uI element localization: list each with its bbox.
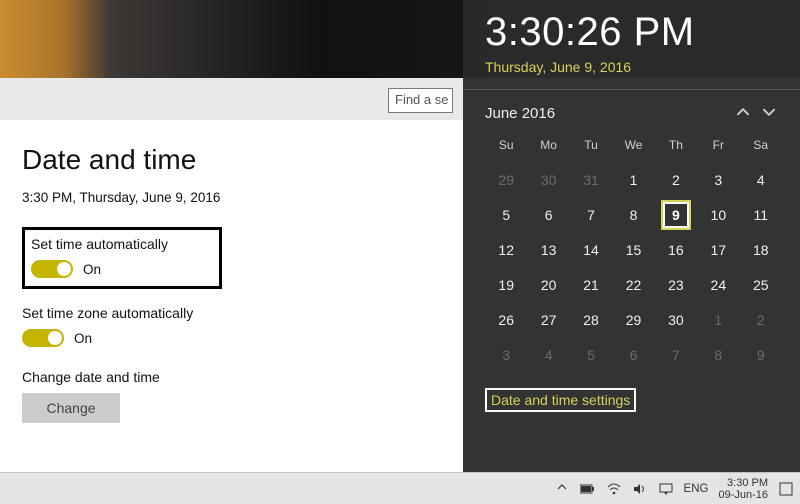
weekday-header: Th	[655, 132, 697, 162]
calendar-day[interactable]: 12	[485, 232, 527, 267]
chevron-down-icon	[762, 105, 776, 122]
calendar-day[interactable]: 15	[612, 232, 654, 267]
calendar-day[interactable]: 9	[655, 197, 697, 232]
calendar-grid: SuMoTuWeThFrSa 2930311234567891011121314…	[485, 132, 782, 372]
taskbar-date: 09-Jun-16	[718, 489, 768, 501]
weekday-header: Su	[485, 132, 527, 162]
calendar-day[interactable]: 11	[740, 197, 782, 232]
calendar-day[interactable]: 19	[485, 267, 527, 302]
calendar-day[interactable]: 25	[740, 267, 782, 302]
volume-icon[interactable]	[632, 481, 648, 497]
page-title: Date and time	[22, 144, 433, 176]
set-time-auto-label: Set time automatically	[31, 236, 211, 252]
calendar-day[interactable]: 8	[612, 197, 654, 232]
change-button[interactable]: Change	[22, 393, 120, 423]
calendar-day[interactable]: 29	[612, 302, 654, 337]
notifications-icon[interactable]	[778, 481, 794, 497]
change-datetime-label: Change date and time	[22, 369, 433, 385]
calendar-day[interactable]: 8	[697, 337, 739, 372]
battery-icon[interactable]	[580, 481, 596, 497]
chevron-up-icon	[736, 105, 750, 122]
current-datetime-label: 3:30 PM, Thursday, June 9, 2016	[22, 190, 433, 205]
calendar-day[interactable]: 31	[570, 162, 612, 197]
calendar-day[interactable]: 21	[570, 267, 612, 302]
language-indicator[interactable]: ENG	[684, 483, 709, 495]
calendar-day[interactable]: 2	[655, 162, 697, 197]
set-zone-auto-toggle[interactable]	[22, 329, 64, 347]
weekday-header: We	[612, 132, 654, 162]
flyout-time: 3:30:26 PM	[485, 10, 782, 55]
calendar-day[interactable]: 18	[740, 232, 782, 267]
calendar-day[interactable]: 7	[570, 197, 612, 232]
set-zone-auto-label: Set time zone automatically	[22, 305, 433, 321]
calendar-day[interactable]: 14	[570, 232, 612, 267]
weekday-header: Tu	[570, 132, 612, 162]
calendar-day[interactable]: 1	[697, 302, 739, 337]
calendar-day[interactable]: 23	[655, 267, 697, 302]
weekday-header: Sa	[740, 132, 782, 162]
set-zone-auto-state: On	[74, 331, 92, 346]
set-time-auto-toggle[interactable]	[31, 260, 73, 278]
calendar-day[interactable]: 17	[697, 232, 739, 267]
calendar-day[interactable]: 4	[527, 337, 569, 372]
weekday-header: Mo	[527, 132, 569, 162]
action-center-icon[interactable]	[658, 481, 674, 497]
calendar-day[interactable]: 1	[612, 162, 654, 197]
next-month-button[interactable]	[756, 100, 782, 126]
calendar-day[interactable]: 30	[527, 162, 569, 197]
divider	[463, 89, 800, 90]
calendar-day[interactable]: 6	[527, 197, 569, 232]
calendar-day[interactable]: 26	[485, 302, 527, 337]
weekday-header: Fr	[697, 132, 739, 162]
calendar-day[interactable]: 9	[740, 337, 782, 372]
month-label[interactable]: June 2016	[485, 105, 730, 122]
wifi-icon[interactable]	[606, 481, 622, 497]
calendar-day[interactable]: 3	[485, 337, 527, 372]
calendar-day[interactable]: 30	[655, 302, 697, 337]
calendar-day[interactable]: 27	[527, 302, 569, 337]
calendar-day[interactable]: 10	[697, 197, 739, 232]
taskbar-clock[interactable]: 3:30 PM 09-Jun-16	[718, 477, 768, 501]
calendar-day[interactable]: 5	[570, 337, 612, 372]
taskbar-time: 3:30 PM	[718, 477, 768, 489]
date-time-settings-link[interactable]: Date and time settings	[485, 388, 636, 412]
group-set-timezone-automatically: Set time zone automatically On	[22, 303, 433, 349]
set-time-auto-state: On	[83, 262, 101, 277]
calendar-day[interactable]: 6	[612, 337, 654, 372]
calendar-day[interactable]: 20	[527, 267, 569, 302]
flyout-date: Thursday, June 9, 2016	[485, 59, 782, 75]
calendar-day[interactable]: 16	[655, 232, 697, 267]
calendar-day[interactable]: 22	[612, 267, 654, 302]
group-set-time-automatically: Set time automatically On	[22, 227, 222, 289]
group-change-date-time: Change date and time Change	[22, 367, 433, 425]
taskbar: ENG 3:30 PM 09-Jun-16	[0, 472, 800, 504]
calendar-day[interactable]: 29	[485, 162, 527, 197]
settings-pane: Date and time 3:30 PM, Thursday, June 9,…	[0, 120, 455, 472]
clock-calendar-flyout: 3:30:26 PM Thursday, June 9, 2016 June 2…	[463, 0, 800, 472]
chevron-up-icon	[557, 482, 567, 495]
calendar-day[interactable]: 3	[697, 162, 739, 197]
calendar-day[interactable]: 5	[485, 197, 527, 232]
calendar-day[interactable]: 7	[655, 337, 697, 372]
calendar-day[interactable]: 4	[740, 162, 782, 197]
calendar-day[interactable]: 2	[740, 302, 782, 337]
calendar-day[interactable]: 24	[697, 267, 739, 302]
prev-month-button[interactable]	[730, 100, 756, 126]
calendar-day[interactable]: 28	[570, 302, 612, 337]
calendar-day[interactable]: 13	[527, 232, 569, 267]
search-input[interactable]: Find a se	[388, 88, 453, 113]
tray-overflow-button[interactable]	[554, 481, 570, 497]
